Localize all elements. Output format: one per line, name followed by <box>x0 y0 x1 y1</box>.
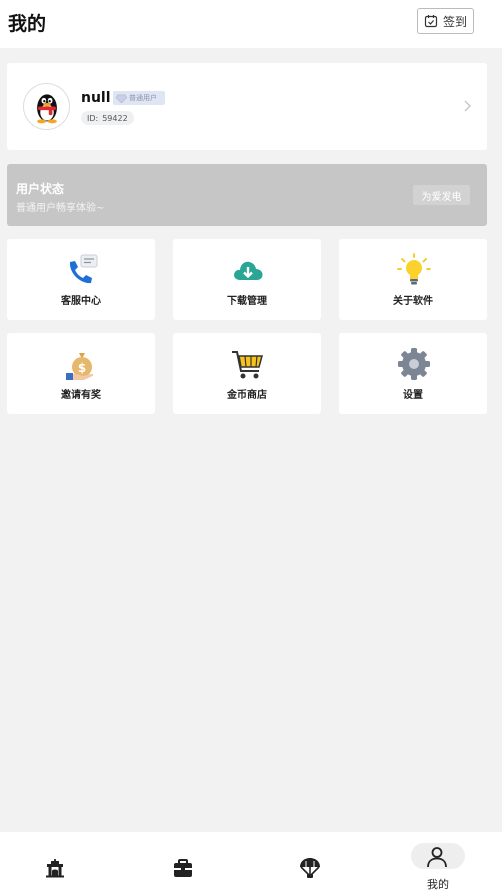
store-icon <box>174 859 192 877</box>
tile-label: 下载管理 <box>227 296 267 307</box>
top-header: 我的 签到 <box>0 0 502 48</box>
tile-settings[interactable]: 设置 <box>339 333 487 414</box>
tile-invite-reward[interactable]: $ 邀请有奖 <box>7 333 155 414</box>
home-icon <box>46 859 64 878</box>
calendar-check-icon <box>424 15 438 28</box>
nav-discover[interactable] <box>271 832 351 894</box>
status-subtitle: 普通用户畅享体验~ <box>16 203 105 214</box>
tile-customer-service[interactable]: 客服中心 <box>7 239 155 320</box>
shopping-cart-icon <box>232 351 263 379</box>
profile-card[interactable]: null 普通用户 ID: 59422 <box>7 63 487 150</box>
money-bag-icon: $ <box>66 353 94 380</box>
page-title: 我的 <box>8 13 47 35</box>
tile-label: 邀请有奖 <box>61 390 101 401</box>
nav-home[interactable] <box>16 832 96 894</box>
tile-download-manager[interactable]: 下载管理 <box>173 239 321 320</box>
tile-label: 金币商店 <box>227 390 267 401</box>
diamond-icon <box>116 94 127 103</box>
tile-label: 客服中心 <box>61 296 101 307</box>
username: null <box>81 90 111 106</box>
member-badge-label: 普通用户 <box>129 94 157 102</box>
nav-store[interactable] <box>144 832 224 894</box>
user-icon[interactable] <box>426 846 448 868</box>
checkin-label: 签到 <box>442 14 467 29</box>
tile-coin-store[interactable]: 金币商店 <box>173 333 321 414</box>
user-id-label: ID: <box>87 113 99 123</box>
tile-about-software[interactable]: 关于软件 <box>339 239 487 320</box>
user-id: ID: 59422 <box>81 111 134 125</box>
tile-label: 设置 <box>403 390 423 401</box>
gear-icon <box>398 348 430 380</box>
avatar[interactable] <box>23 83 70 130</box>
penguin-avatar-icon <box>36 93 57 123</box>
svg-text:$: $ <box>78 361 86 375</box>
donate-button[interactable]: 为爱发电 <box>413 185 470 205</box>
checkin-button[interactable]: 签到 <box>417 8 474 34</box>
nav-label-mine[interactable]: 我的 <box>418 876 458 892</box>
bottom-nav: 我的 <box>0 832 502 894</box>
status-title: 用户状态 <box>16 182 65 196</box>
user-status-banner: 用户状态 普通用户畅享体验~ 为爱发电 <box>7 164 487 226</box>
user-id-value: 59422 <box>102 113 128 123</box>
parachute-icon <box>300 858 320 878</box>
customer-service-icon <box>69 254 98 284</box>
lightbulb-icon <box>397 253 431 285</box>
download-cloud-icon <box>234 261 263 280</box>
member-badge: 普通用户 <box>113 91 165 105</box>
tile-label: 关于软件 <box>393 296 433 307</box>
chevron-right-icon <box>464 100 471 112</box>
